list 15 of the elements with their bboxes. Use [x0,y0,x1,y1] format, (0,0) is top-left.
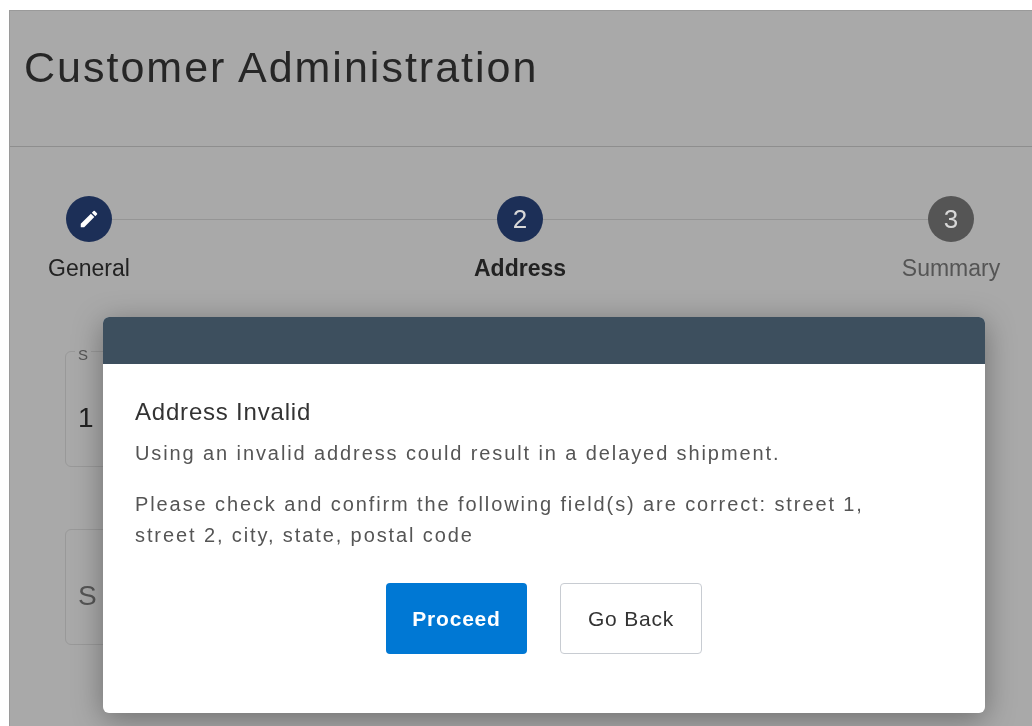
dialog-message: Please check and confirm the following field(s) are correct: street 1, street 2, city, state, postal code [135,492,865,548]
page-title: Customer Administration [24,42,539,93]
go-back-button[interactable]: Go Back [560,583,702,654]
dialog-title: Address Invalid [135,398,313,426]
step-circle[interactable] [66,196,112,242]
step-label: Summary [901,255,1001,282]
step-label: General [48,255,130,282]
step-label: Address [473,255,566,282]
pencil-icon [78,208,100,230]
dialog-message: Using an invalid address could result in a delayed shipment. [135,441,782,466]
step-circle[interactable]: 2 [497,196,543,242]
step-circle[interactable]: 3 [928,196,974,242]
proceed-button[interactable]: Proceed [386,583,527,654]
field-placeholder: S [78,580,97,611]
field-value: 1 [78,402,94,433]
